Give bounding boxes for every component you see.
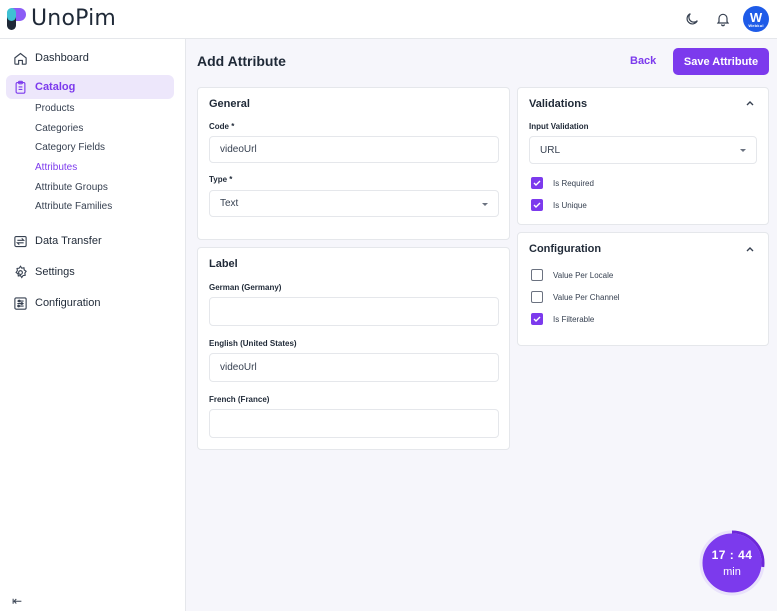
type-value: Text xyxy=(220,198,239,209)
sidebar-item-data-transfer[interactable]: Data Transfer xyxy=(6,229,174,253)
sidebar-item-label: Data Transfer xyxy=(35,235,102,247)
configuration-card-title: Configuration xyxy=(529,243,602,255)
page-title: Add Attribute xyxy=(197,53,286,69)
logo-text: UnoPim xyxy=(31,6,117,31)
dark-mode-toggle[interactable] xyxy=(682,9,702,29)
timer-text: 17 : 44 min xyxy=(699,530,765,596)
clipboard-icon xyxy=(12,79,28,95)
sidebar-sub-attributes[interactable]: Attributes xyxy=(35,162,77,173)
value-per-locale-checkbox[interactable]: Value Per Locale xyxy=(531,269,613,281)
type-select[interactable]: Text xyxy=(209,190,499,217)
gear-icon xyxy=(12,264,28,280)
avatar-sub: Webkul xyxy=(748,22,764,28)
input-validation-label: Input Validation xyxy=(529,122,589,131)
configuration-card: Configuration Value Per Locale Value Per… xyxy=(517,232,769,346)
label-card: Label German (Germany) English (United S… xyxy=(197,247,510,450)
user-avatar[interactable]: W Webkul xyxy=(743,6,769,32)
validations-card-title: Validations xyxy=(529,98,588,110)
sidebar-item-configuration[interactable]: Configuration xyxy=(6,291,174,315)
caret-down-icon xyxy=(482,203,488,206)
value-per-channel-checkbox[interactable]: Value Per Channel xyxy=(531,291,620,303)
is-required-checkbox[interactable]: Is Required xyxy=(531,177,594,189)
logo[interactable]: UnoPim xyxy=(7,7,116,31)
transfer-icon xyxy=(12,233,28,249)
sidebar-item-dashboard[interactable]: Dashboard xyxy=(6,46,174,70)
value-per-locale-label: Value Per Locale xyxy=(553,270,614,280)
is-filterable-label: Is Filterable xyxy=(553,314,595,324)
sidebar-sub-category-fields[interactable]: Category Fields xyxy=(35,142,105,153)
timer-unit: min xyxy=(723,566,741,578)
notifications-button[interactable] xyxy=(713,9,733,29)
checkbox-empty-icon xyxy=(531,291,543,303)
code-input[interactable]: videoUrl xyxy=(209,136,499,163)
bell-icon xyxy=(716,13,730,27)
save-attribute-button[interactable]: Save Attribute xyxy=(673,48,769,75)
french-label: French (France) xyxy=(209,395,270,404)
sliders-icon xyxy=(12,295,28,311)
sidebar-sub-attribute-families[interactable]: Attribute Families xyxy=(35,201,112,212)
sidebar-item-label: Settings xyxy=(35,266,75,278)
value-per-channel-label: Value Per Channel xyxy=(553,292,620,302)
back-button[interactable]: Back xyxy=(630,55,656,67)
timer-time: 17 : 44 xyxy=(711,548,753,562)
avatar-letter: W xyxy=(749,9,763,25)
sidebar-item-label: Configuration xyxy=(35,297,101,309)
checkmark-icon xyxy=(531,313,543,325)
unopim-logo-icon xyxy=(7,8,26,30)
checkbox-empty-icon xyxy=(531,269,543,281)
english-label: English (United States) xyxy=(209,339,297,348)
collapse-sidebar-icon[interactable]: ⇤ xyxy=(12,594,22,608)
sidebar-item-label: Dashboard xyxy=(35,52,89,64)
session-timer[interactable]: 17 : 44 min xyxy=(699,530,765,596)
general-card: General Code * videoUrl Type * Text xyxy=(197,87,510,240)
sidebar-item-catalog[interactable]: Catalog xyxy=(6,75,174,99)
home-icon xyxy=(12,50,28,66)
checkmark-icon xyxy=(531,199,543,211)
general-card-title: General xyxy=(209,98,250,110)
chevron-up-icon[interactable] xyxy=(746,246,754,252)
sidebar-item-label: Catalog xyxy=(35,81,76,93)
code-label: Code * xyxy=(209,122,235,131)
code-value: videoUrl xyxy=(220,144,257,155)
is-required-label: Is Required xyxy=(553,178,594,188)
type-label: Type * xyxy=(209,175,233,184)
checkmark-icon xyxy=(531,177,543,189)
is-filterable-checkbox[interactable]: Is Filterable xyxy=(531,313,594,325)
chevron-up-icon[interactable] xyxy=(746,100,754,106)
validations-card: Validations Input Validation URL Is Requ… xyxy=(517,87,769,225)
english-value: videoUrl xyxy=(220,362,257,373)
sidebar-item-settings[interactable]: Settings xyxy=(6,260,174,284)
is-unique-label: Is Unique xyxy=(553,200,587,210)
sidebar: Dashboard Catalog Products Categories Ca… xyxy=(0,39,186,611)
german-label: German (Germany) xyxy=(209,283,282,292)
sidebar-sub-attribute-groups[interactable]: Attribute Groups xyxy=(35,182,108,193)
sidebar-sub-products[interactable]: Products xyxy=(35,103,74,114)
moon-icon xyxy=(686,13,698,25)
caret-down-icon xyxy=(740,149,746,152)
french-input[interactable] xyxy=(209,409,499,438)
input-validation-value: URL xyxy=(540,144,561,156)
label-card-title: Label xyxy=(209,258,238,270)
is-unique-checkbox[interactable]: Is Unique xyxy=(531,199,587,211)
english-input[interactable]: videoUrl xyxy=(209,353,499,382)
input-validation-select[interactable]: URL xyxy=(529,136,757,164)
sidebar-sub-categories[interactable]: Categories xyxy=(35,123,83,134)
german-input[interactable] xyxy=(209,297,499,326)
top-header: UnoPim W Webkul xyxy=(0,0,777,39)
